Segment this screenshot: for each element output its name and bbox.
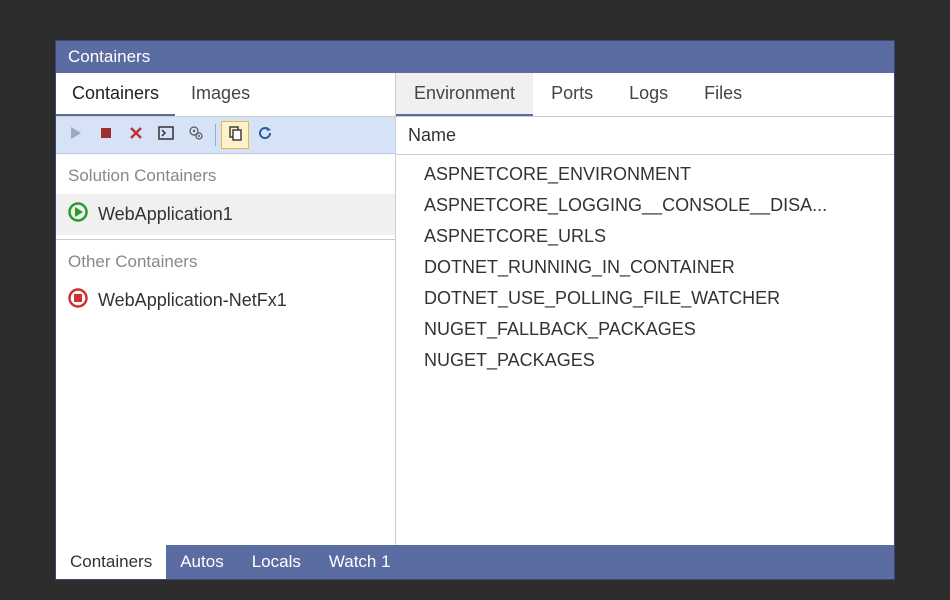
tab-ports[interactable]: Ports (533, 73, 611, 116)
attach-debugger-button[interactable] (182, 121, 210, 149)
tab-label: Containers (70, 552, 152, 571)
containers-tool-window: Containers Containers Images (55, 40, 895, 580)
left-tab-strip: Containers Images (56, 73, 395, 117)
tab-containers[interactable]: Containers (56, 73, 175, 116)
copy-icon (227, 125, 243, 146)
container-name: WebApplication-NetFx1 (98, 290, 287, 311)
refresh-button[interactable] (251, 121, 279, 149)
tab-label: Files (704, 83, 742, 103)
tab-label: Locals (252, 552, 301, 571)
tab-label: Environment (414, 83, 515, 103)
play-icon (69, 126, 83, 145)
bottom-tab-strip: Containers Autos Locals Watch 1 (56, 545, 894, 579)
tab-label: Logs (629, 83, 668, 103)
left-pane: Containers Images (56, 73, 396, 545)
main-area: Containers Images (56, 73, 894, 545)
env-var-row[interactable]: ASPNETCORE_ENVIRONMENT (396, 159, 894, 190)
tab-environment[interactable]: Environment (396, 73, 533, 116)
bottom-tab-containers[interactable]: Containers (56, 545, 166, 579)
bottom-tab-watch1[interactable]: Watch 1 (315, 545, 405, 579)
terminal-icon (158, 126, 174, 145)
env-var-row[interactable]: DOTNET_RUNNING_IN_CONTAINER (396, 252, 894, 283)
container-item[interactable]: WebApplication-NetFx1 (56, 280, 395, 321)
toolbar-separator (215, 124, 216, 146)
stop-icon (99, 126, 113, 145)
bottom-tab-locals[interactable]: Locals (238, 545, 315, 579)
tab-label: Containers (72, 83, 159, 103)
detail-tab-strip: Environment Ports Logs Files (396, 73, 894, 117)
right-pane: Environment Ports Logs Files Name ASPNET… (396, 73, 894, 545)
start-button[interactable] (62, 121, 90, 149)
copy-button[interactable] (221, 121, 249, 149)
tab-label: Images (191, 83, 250, 103)
env-column-header[interactable]: Name (396, 117, 894, 155)
env-var-row[interactable]: NUGET_PACKAGES (396, 345, 894, 376)
container-name: WebApplication1 (98, 204, 233, 225)
tab-logs[interactable]: Logs (611, 73, 686, 116)
tab-images[interactable]: Images (175, 73, 266, 116)
stop-button[interactable] (92, 121, 120, 149)
container-item[interactable]: WebApplication1 (56, 194, 395, 235)
tab-label: Ports (551, 83, 593, 103)
bottom-tab-autos[interactable]: Autos (166, 545, 237, 579)
env-var-row[interactable]: NUGET_FALLBACK_PACKAGES (396, 314, 894, 345)
env-var-row[interactable]: ASPNETCORE_URLS (396, 221, 894, 252)
open-terminal-button[interactable] (152, 121, 180, 149)
delete-icon (128, 125, 144, 146)
gears-icon (188, 125, 204, 146)
section-header-solution: Solution Containers (56, 154, 395, 194)
stopped-icon (68, 288, 88, 313)
remove-button[interactable] (122, 121, 150, 149)
tab-files[interactable]: Files (686, 73, 760, 116)
tab-label: Watch 1 (329, 552, 391, 571)
tab-label: Autos (180, 552, 223, 571)
refresh-icon (257, 125, 273, 146)
section-header-other: Other Containers (56, 240, 395, 280)
env-var-row[interactable]: DOTNET_USE_POLLING_FILE_WATCHER (396, 283, 894, 314)
env-var-row[interactable]: ASPNETCORE_LOGGING__CONSOLE__DISA... (396, 190, 894, 221)
window-title-bar[interactable]: Containers (56, 41, 894, 73)
container-toolbar (56, 117, 395, 154)
running-icon (68, 202, 88, 227)
env-var-list: ASPNETCORE_ENVIRONMENT ASPNETCORE_LOGGIN… (396, 155, 894, 545)
window-title: Containers (68, 47, 150, 66)
